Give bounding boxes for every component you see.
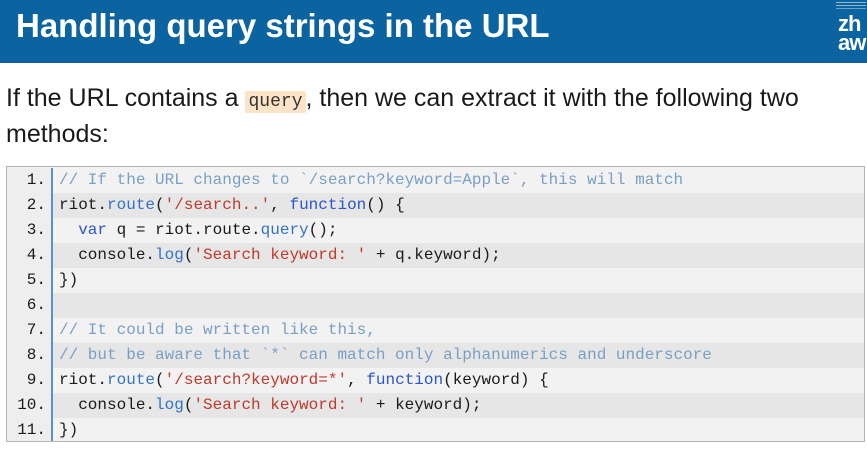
logo-caption-lines [836,2,866,3]
line-code: console.log('Search keyword: ' + q.keywo… [53,243,501,268]
line-number: 4. [7,243,53,268]
code-plain: riot. [59,371,108,389]
code-plain: + q.keyword); [366,246,501,264]
code-string: 'Search keyword: ' [193,396,367,414]
code-line: 1. // If the URL changes to `/search?key… [7,168,864,193]
line-code: }) [53,268,78,293]
code-comment: // It could be written like this, [59,321,376,339]
line-number: 2. [7,193,53,218]
code-function: query [260,221,309,239]
code-comment: // but be aware that `*` can match only … [59,346,712,364]
code-keyword: var [78,221,108,239]
line-code: }) [53,418,79,441]
line-code: var q = riot.route.query(); [53,218,337,243]
code-line: 9. riot.route('/search?keyword=*', funct… [7,368,864,393]
line-number: 5. [7,268,53,293]
code-plain: () { [366,196,405,214]
line-number: 9. [7,368,53,393]
line-number: 1. [7,168,53,193]
code-function: route [107,371,156,389]
line-code: console.log('Search keyword: ' + keyword… [53,393,481,418]
zhaw-logo: zh aw [832,0,867,63]
line-code: // but be aware that `*` can match only … [53,343,712,368]
slide-title: Handling query strings in the URL [16,7,550,44]
intro-text-before: If the URL contains a [6,84,246,112]
code-comment: // If the URL changes to `/search?keywor… [59,171,684,189]
inline-code-query: query [245,91,306,113]
code-plain [59,221,78,239]
code-line: 7. // It could be written like this, [7,318,864,343]
code-plain: riot. [59,196,108,214]
code-line: 4. console.log('Search keyword: ' + q.ke… [7,243,864,268]
code-plain: ( [183,246,194,264]
code-keyword: function [366,371,444,389]
code-function: route [107,196,156,214]
code-line: 2. riot.route('/search..', function() { [7,193,864,218]
code-plain: console. [59,396,156,414]
slide-header: Handling query strings in the URL zh aw [0,0,867,63]
line-code: // If the URL changes to `/search?keywor… [53,168,683,193]
line-code: // It could be written like this, [53,318,376,343]
code-plain: ( [155,196,165,214]
line-number: 11. [7,418,53,441]
code-function: log [155,246,184,264]
line-number: 3. [7,218,53,243]
code-line: 8. // but be aware that `*` can match on… [7,343,864,368]
code-plain: , [347,371,367,389]
line-number: 7. [7,318,53,343]
line-number: 6. [7,293,53,318]
intro-paragraph: If the URL contains a query, then we can… [6,82,861,150]
code-plain: }) [59,271,79,289]
code-keyword: function [289,196,367,214]
code-line: 6. [7,293,864,318]
code-line: 10. console.log('Search keyword: ' + key… [7,393,864,418]
code-line: 3. var q = riot.route.query(); [7,218,864,243]
logo-text: zh aw [838,11,866,55]
line-number: 10. [7,393,53,418]
code-plain: ( [183,396,194,414]
line-code: riot.route('/search..', function() { [53,193,405,218]
code-block: 1. // If the URL changes to `/search?key… [6,166,865,442]
line-number: 8. [7,343,53,368]
code-plain: + keyword); [366,396,482,414]
code-plain: }) [59,421,79,439]
code-line: 5. }) [7,268,864,293]
code-plain: console. [59,246,156,264]
code-plain: ( [155,371,165,389]
code-plain: , [270,196,290,214]
code-plain: (keyword) { [443,371,549,389]
code-string: '/search..' [164,196,271,214]
code-line: 11. }) [7,418,864,441]
code-plain: (); [308,221,338,239]
code-string: '/search?keyword=*' [164,371,348,389]
code-string: 'Search keyword: ' [193,246,367,264]
code-function: log [155,396,184,414]
line-code: riot.route('/search?keyword=*', function… [53,368,549,393]
code-plain: q = riot.route. [107,221,261,239]
